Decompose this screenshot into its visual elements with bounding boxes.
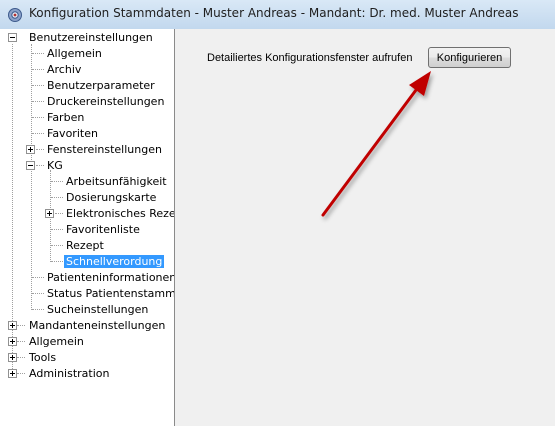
collapse-icon[interactable] [8, 33, 17, 42]
tree-item-arbeitsunfaehigkeit[interactable]: Arbeitsunfähigkeit [66, 174, 167, 190]
tree-item-dosierungskarte[interactable]: Dosierungskarte [66, 190, 156, 206]
expand-icon[interactable] [45, 209, 54, 218]
window-body: Benutzereinstellungen Allgemein Archiv B… [0, 29, 555, 426]
tree-item-benutzerparameter[interactable]: Benutzerparameter [47, 78, 155, 94]
tree-item-favoritenliste[interactable]: Favoritenliste [66, 222, 140, 238]
configure-description: Detailiertes Konfigurationsfenster aufru… [207, 52, 413, 64]
tree-item-sucheinstellungen[interactable]: Sucheinstellungen [47, 302, 148, 318]
tree-item-schnellverordnung[interactable]: Schnellverordung [64, 254, 165, 270]
collapse-icon[interactable] [26, 161, 35, 170]
gear-icon [8, 8, 22, 22]
expand-icon[interactable] [8, 369, 17, 378]
expand-icon[interactable] [26, 145, 35, 154]
tree-item-status-patientenstamm[interactable]: Status Patientenstammd [47, 286, 174, 302]
expand-icon[interactable] [8, 321, 17, 330]
tree-item-archiv[interactable]: Archiv [47, 62, 81, 78]
tree-item-druckereinstellungen[interactable]: Druckereinstellungen [47, 94, 164, 110]
tree-item-allgemein-sub[interactable]: Allgemein [47, 46, 102, 62]
detail-panel [175, 29, 555, 426]
tree-item-favoriten[interactable]: Favoriten [47, 126, 98, 142]
configure-button[interactable]: Konfigurieren [428, 47, 511, 68]
title-bar: Konfiguration Stammdaten - Muster Andrea… [0, 0, 555, 30]
settings-tree[interactable]: Benutzereinstellungen Allgemein Archiv B… [4, 29, 175, 426]
tree-item-rezept[interactable]: Rezept [66, 238, 104, 254]
window-title: Konfiguration Stammdaten - Muster Andrea… [29, 6, 519, 20]
expand-icon[interactable] [8, 353, 17, 362]
expand-icon[interactable] [8, 337, 17, 346]
tree-item-farben[interactable]: Farben [47, 110, 84, 126]
tree-item-patienteninformationen[interactable]: Patienteninformationen [47, 270, 174, 286]
